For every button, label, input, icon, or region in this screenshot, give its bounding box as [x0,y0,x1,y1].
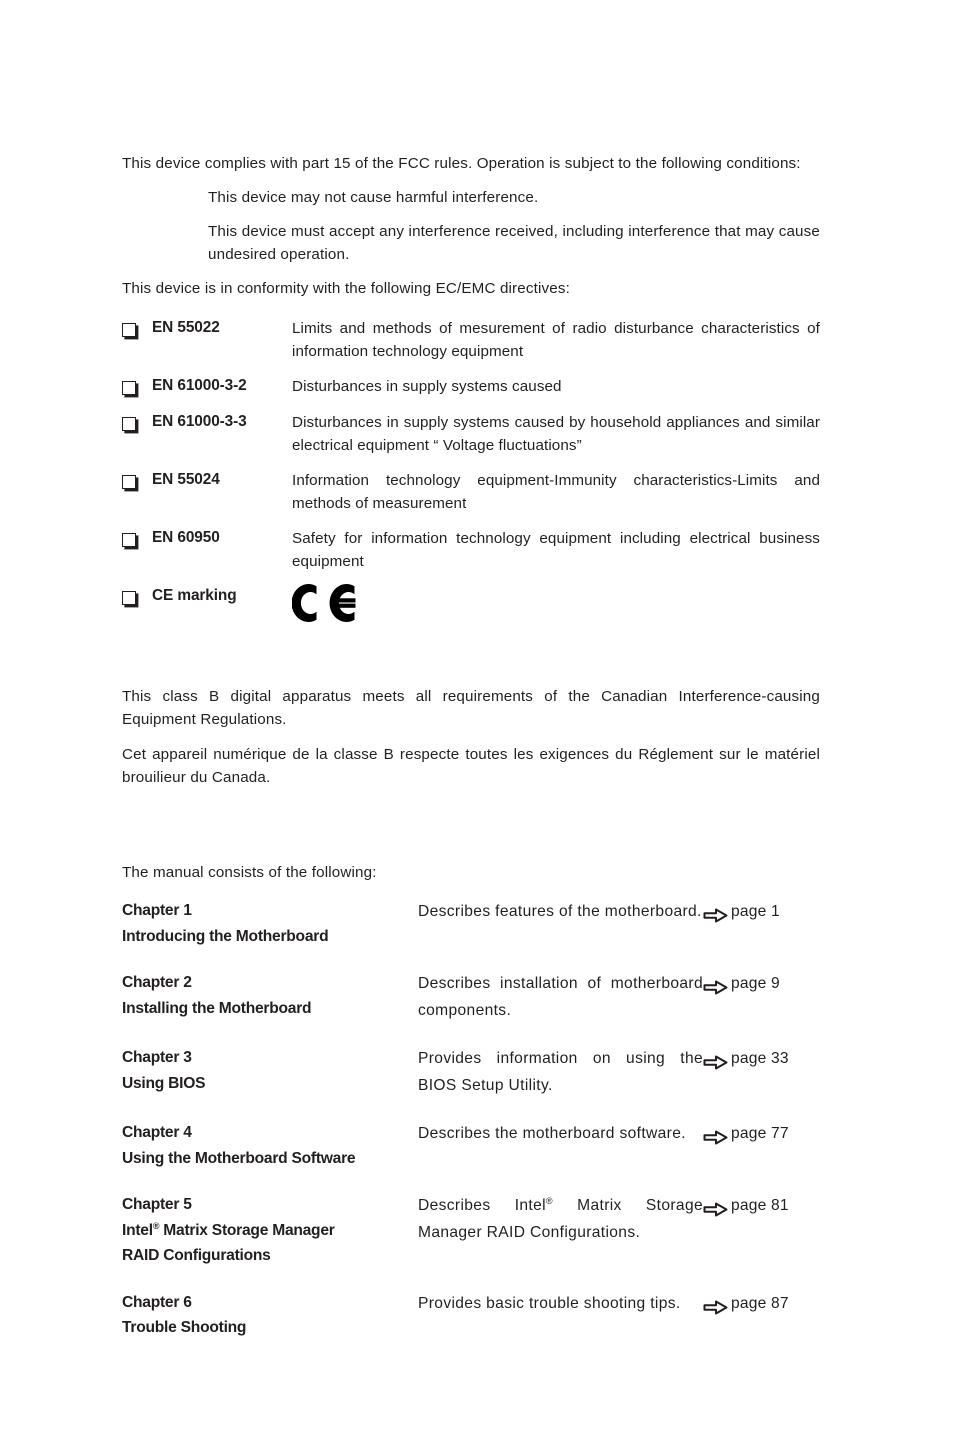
standard-row: EN 61000-3-2 Disturbances in supply syst… [122,375,820,399]
chapter-heading: Chapter 1 Introducing the Motherboard [122,898,418,949]
canada-french-paragraph: Cet appareil numérique de la classe B re… [122,746,820,786]
canada-english-paragraph: This class B digital apparatus meets all… [122,688,820,728]
chapter-list: Chapter 1 Introducing the Motherboard De… [122,898,820,1341]
chapter-title: Intel® Matrix Storage Manager [122,1218,418,1244]
standards-list: EN 55022 Limits and methods of mesuremen… [122,317,820,625]
hollow-right-arrow-icon [703,905,728,932]
chapter-heading: Chapter 5 Intel® Matrix Storage Manager … [122,1192,418,1269]
chapter-number: Chapter 4 [122,1124,192,1141]
fcc-condition-2: This device must accept any interference… [208,223,820,263]
chapter-number: Chapter 6 [122,1293,192,1311]
standard-row: EN 55022 Limits and methods of mesuremen… [122,317,820,363]
hollow-right-arrow-icon [703,1052,728,1079]
chapter-row: Chapter 3 Using BIOS Provides informatio… [122,1045,820,1099]
chapter-description-pre: Describes Intel [418,1197,546,1214]
chapter-heading: Chapter 4 Using the Motherboard Software [122,1120,418,1171]
chapter-description: Describes the motherboard software. [418,1125,686,1142]
chapter-description: Provides basic trouble shooting tips. [418,1294,681,1312]
shadowed-square-bullet-icon [122,317,152,341]
chapter-heading: Chapter 2 Installing the Motherboard [122,970,418,1021]
chapter-page-label: page 1 [731,903,780,920]
registered-mark-icon: ® [545,1195,553,1206]
standard-name: EN 61000-3-3 [152,413,247,430]
shadowed-square-bullet-icon [122,411,152,435]
chapter-number: Chapter 3 [122,1049,192,1066]
chapter-row: Chapter 6 Trouble Shooting Provides basi… [122,1290,820,1341]
chapter-title-post: Matrix Storage Manager [159,1221,335,1239]
chapter-number: Chapter 1 [122,902,192,919]
chapter-page-label: page 81 [731,1197,789,1214]
chapter-row: Chapter 2 Installing the Motherboard Des… [122,970,820,1024]
chapter-title: Using BIOS [122,1074,206,1092]
chapter-page-ref: page 9 [703,970,820,1004]
hollow-right-arrow-icon [703,1199,728,1226]
chapter-number: Chapter 2 [122,974,192,991]
standard-name: EN 60950 [152,529,220,546]
chapter-title-line2: RAID Configurations [122,1247,271,1264]
chapter-description: Describes features of the motherboard. [418,903,702,920]
chapter-page-label: page 9 [731,975,780,992]
standard-row: EN 61000-3-3 Disturbances in supply syst… [122,411,820,457]
manual-intro-paragraph: The manual consists of the following: [122,864,377,881]
standard-description: Disturbances in supply systems caused by… [292,414,820,454]
standard-description: Safety for information technology equipm… [292,530,820,570]
standard-name: EN 61000-3-2 [152,377,247,394]
standard-name: EN 55024 [152,471,220,488]
ce-marking-logo [292,584,356,622]
chapter-page-label: page 87 [731,1294,789,1312]
standard-description: Information technology equipment-Immunit… [292,472,820,512]
shadowed-square-bullet-icon [122,375,152,399]
chapter-page-ref: page 1 [703,898,820,932]
document-page: This device complies with part 15 of the… [0,0,954,1432]
chapter-page-ref: page 77 [703,1120,820,1154]
chapter-title-pre: Intel [122,1221,153,1239]
ec-emc-directives-intro: This device is in conformity with the fo… [122,280,570,297]
shadowed-square-bullet-icon [122,585,152,609]
standard-name: CE marking [152,587,237,604]
chapter-page-ref: page 33 [703,1045,820,1079]
ce-marking-cell [292,584,820,625]
chapter-title: Trouble Shooting [122,1319,247,1336]
standard-row: EN 60950 Safety for information technolo… [122,527,820,573]
fcc-intro-paragraph: This device complies with part 15 of the… [122,155,801,172]
chapter-title: Introducing the Motherboard [122,927,329,945]
page-content: This device complies with part 15 of the… [122,152,820,1362]
chapter-title: Installing the Motherboard [122,999,312,1017]
hollow-right-arrow-icon [703,977,728,1004]
chapter-description: Describes Intel® Matrix Storage Manager … [418,1192,703,1246]
chapter-row: Chapter 4 Using the Motherboard Software… [122,1120,820,1171]
standard-row: EN 55024 Information technology equipmen… [122,469,820,515]
chapter-page-label: page 33 [731,1050,789,1067]
chapter-heading: Chapter 6 Trouble Shooting [122,1290,418,1341]
chapter-page-ref: page 81 [703,1192,820,1226]
chapter-description: Describes installation of motherboard co… [418,975,703,1019]
chapter-description: Provides information on using the BIOS S… [418,1050,703,1094]
standard-row-ce-marking: CE marking [122,584,820,625]
chapter-number: Chapter 5 [122,1196,192,1213]
shadowed-square-bullet-icon [122,527,152,551]
standard-description: Disturbances in supply systems caused [292,378,562,395]
fcc-condition-1: This device may not cause harmful interf… [208,189,539,206]
hollow-right-arrow-icon [703,1297,728,1324]
chapter-title: Using the Motherboard Software [122,1149,356,1167]
hollow-right-arrow-icon [703,1127,728,1154]
standard-description: Limits and methods of mesurement of radi… [292,320,820,360]
chapter-page-label: page 77 [731,1125,789,1142]
fcc-conditions-list: This device may not cause harmful interf… [208,186,820,266]
chapter-heading: Chapter 3 Using BIOS [122,1045,418,1096]
standard-name: EN 55022 [152,319,220,336]
shadowed-square-bullet-icon [122,469,152,493]
chapter-row: Chapter 5 Intel® Matrix Storage Manager … [122,1192,820,1269]
chapter-page-ref: page 87 [703,1290,820,1324]
chapter-row: Chapter 1 Introducing the Motherboard De… [122,898,820,949]
